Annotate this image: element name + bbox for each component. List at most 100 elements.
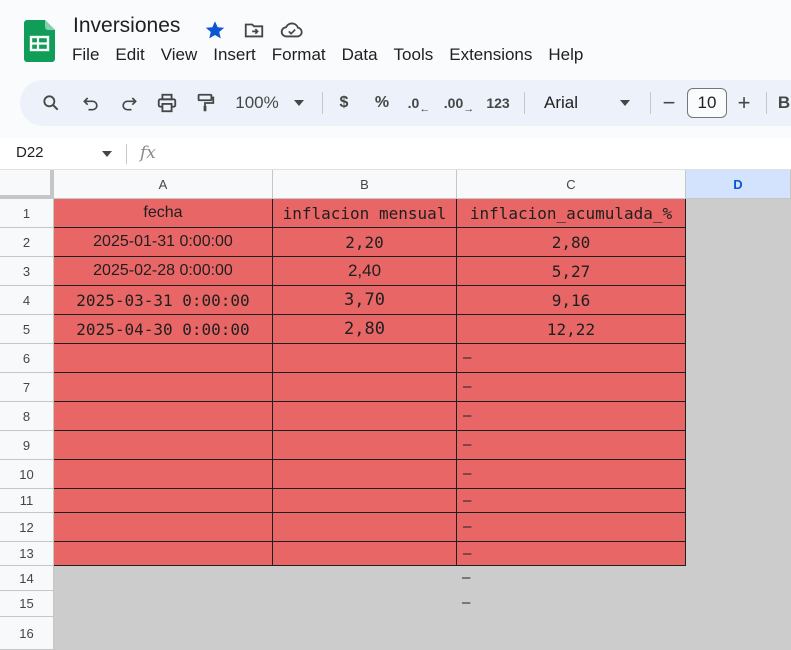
row-header-11[interactable]: 11 [0,489,54,513]
decrease-font-size-button[interactable]: − [658,80,680,126]
cell-c13[interactable]: – [457,542,686,566]
undo-icon[interactable] [76,80,106,126]
bold-button[interactable]: B [776,80,791,126]
column-header-c[interactable]: C [457,170,686,199]
print-icon[interactable] [152,80,182,126]
font-family-select[interactable]: Arial [536,80,586,126]
row-header-15[interactable]: 15 [0,591,54,617]
row-header-14[interactable]: 14 [0,566,54,591]
cell-b7[interactable] [273,373,457,402]
cell-c9[interactable]: – [457,431,686,460]
cell-a10[interactable] [54,460,273,489]
menu-tools[interactable]: Tools [386,44,442,68]
decrease-decimal-button[interactable]: .0 ← [406,80,432,126]
cloud-saved-icon[interactable] [280,18,304,42]
row-header-9[interactable]: 9 [0,431,54,460]
font-dropdown-icon[interactable] [616,80,634,126]
row-header-2[interactable]: 2 [0,228,54,257]
menu-data[interactable]: Data [334,44,386,68]
cell-b3[interactable]: 2,40 [273,257,457,286]
select-all-corner[interactable] [0,170,54,199]
redo-icon[interactable] [114,80,144,126]
font-size-input[interactable]: 10 [687,88,727,118]
cell-a11[interactable] [54,489,273,513]
row-header-5[interactable]: 5 [0,315,54,344]
cell-c5[interactable]: 12,22 [457,315,686,344]
cell-a9[interactable] [54,431,273,460]
menu-help[interactable]: Help [540,44,591,68]
sheet-grid[interactable]: A B C D 1 2 3 4 5 6 7 8 9 10 11 12 13 14… [0,170,791,650]
menu-format[interactable]: Format [264,44,334,68]
name-box-dropdown-icon[interactable] [101,149,113,159]
cell-b12[interactable] [273,513,457,542]
title-bar: Inversiones File Edit View Insert Format… [0,0,791,78]
cell-c11[interactable]: – [457,489,686,513]
menu-edit[interactable]: Edit [107,44,152,68]
cell-a2[interactable]: 2025-01-31 0:00:00 [54,228,273,257]
cell-c2[interactable]: 2,80 [457,228,686,257]
sheets-logo-icon[interactable] [24,20,55,62]
increase-font-size-button[interactable]: + [732,80,756,126]
row-header-1[interactable]: 1 [0,199,54,228]
cell-a12[interactable] [54,513,273,542]
row-header-6[interactable]: 6 [0,344,54,373]
cell-c10[interactable]: – [457,460,686,489]
zoom-value[interactable]: 100% [232,80,282,126]
row-header-13[interactable]: 13 [0,542,54,566]
column-header-d[interactable]: D [686,170,791,199]
move-to-folder-icon[interactable] [242,18,266,42]
increase-decimal-button[interactable]: .00 → [444,80,474,126]
search-menus-icon[interactable] [36,80,66,126]
menu-file[interactable]: File [64,44,107,68]
cell-b1[interactable]: inflacion mensual [273,199,457,228]
row-header-7[interactable]: 7 [0,373,54,402]
cell-b9[interactable] [273,431,457,460]
cell-b10[interactable] [273,460,457,489]
cell-b13[interactable] [273,542,457,566]
row-header-4[interactable]: 4 [0,286,54,315]
percent-format-button[interactable]: % [370,80,394,126]
paint-format-icon[interactable] [190,80,220,126]
cell-b8[interactable] [273,402,457,431]
cell-a8[interactable] [54,402,273,431]
cell-a6[interactable] [54,344,273,373]
document-title[interactable]: Inversiones [73,14,180,38]
cell-c8[interactable]: – [457,402,686,431]
cell-b4[interactable]: 3,70 [273,286,457,315]
cell-a1[interactable]: fecha [54,199,273,228]
number-format-button[interactable]: 123 [483,80,513,126]
row-header-8[interactable]: 8 [0,402,54,431]
cell-c12[interactable]: – [457,513,686,542]
cell-b6[interactable] [273,344,457,373]
name-box[interactable]: D22 [16,144,44,161]
menu-view[interactable]: View [153,44,206,68]
cell-c14[interactable]: – [462,570,470,586]
menu-insert[interactable]: Insert [205,44,264,68]
column-header-b[interactable]: B [273,170,457,199]
currency-format-button[interactable]: $ [332,80,356,126]
row-header-3[interactable]: 3 [0,257,54,286]
cell-a3[interactable]: 2025-02-28 0:00:00 [54,257,273,286]
row-header-12[interactable]: 12 [0,513,54,542]
cell-c1[interactable]: inflacion_acumulada_% [457,199,686,228]
cell-c6[interactable]: – [457,344,686,373]
cell-c4[interactable]: 9,16 [457,286,686,315]
cell-c7[interactable]: – [457,373,686,402]
column-header-a[interactable]: A [54,170,273,199]
cell-a4[interactable]: 2025-03-31 0:00:00 [54,286,273,315]
cell-b2[interactable]: 2,20 [273,228,457,257]
cell-a7[interactable] [54,373,273,402]
cell-b5[interactable]: 2,80 [273,315,457,344]
row-header-16[interactable]: 16 [0,617,54,650]
cell-a5[interactable]: 2025-04-30 0:00:00 [54,315,273,344]
toolbar-divider [322,92,323,114]
cell-a13[interactable] [54,542,273,566]
star-icon[interactable] [203,18,227,42]
cell-b11[interactable] [273,489,457,513]
row-header-10[interactable]: 10 [0,460,54,489]
menu-extensions[interactable]: Extensions [441,44,540,68]
toolbar: 100% $ % .0 ← .00 → 123 Arial − 10 + B [20,80,791,126]
zoom-dropdown-icon[interactable] [290,80,308,126]
cell-c15[interactable]: – [462,595,470,611]
cell-c3[interactable]: 5,27 [457,257,686,286]
